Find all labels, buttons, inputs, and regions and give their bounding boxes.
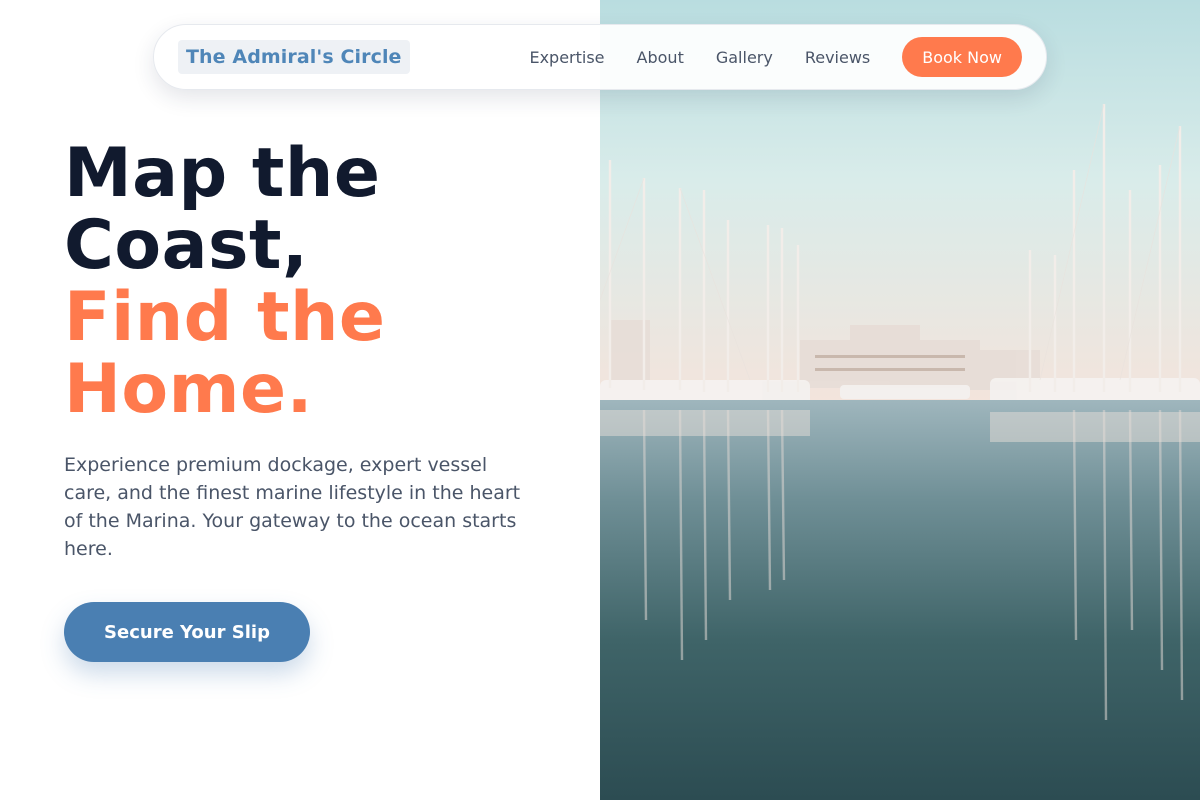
top-navbar: The Admiral's Circle Expertise About Gal… — [153, 24, 1047, 90]
hero-headline: Map the Coast, Find the Home. — [64, 138, 584, 426]
nav-link-expertise[interactable]: Expertise — [529, 48, 604, 67]
hero-description: Experience premium dockage, expert vesse… — [64, 454, 521, 560]
nav-links: Expertise About Gallery Reviews Book Now — [529, 37, 1022, 77]
book-now-button[interactable]: Book Now — [902, 37, 1022, 77]
headline-accent-line-1: Find the — [64, 278, 386, 357]
nav-link-about[interactable]: About — [637, 48, 684, 67]
nav-link-gallery[interactable]: Gallery — [716, 48, 773, 67]
secure-slip-button[interactable]: Secure Your Slip — [64, 602, 310, 662]
marina-photo — [600, 0, 1200, 800]
nav-link-reviews[interactable]: Reviews — [805, 48, 870, 67]
headline-line-1: Map the — [64, 134, 381, 213]
brand-logo[interactable]: The Admiral's Circle — [178, 40, 410, 74]
headline-accent-line-2: Home. — [64, 350, 313, 429]
headline-line-2: Coast, — [64, 206, 309, 285]
hero-content-panel: Map the Coast, Find the Home. Experience… — [0, 0, 600, 800]
